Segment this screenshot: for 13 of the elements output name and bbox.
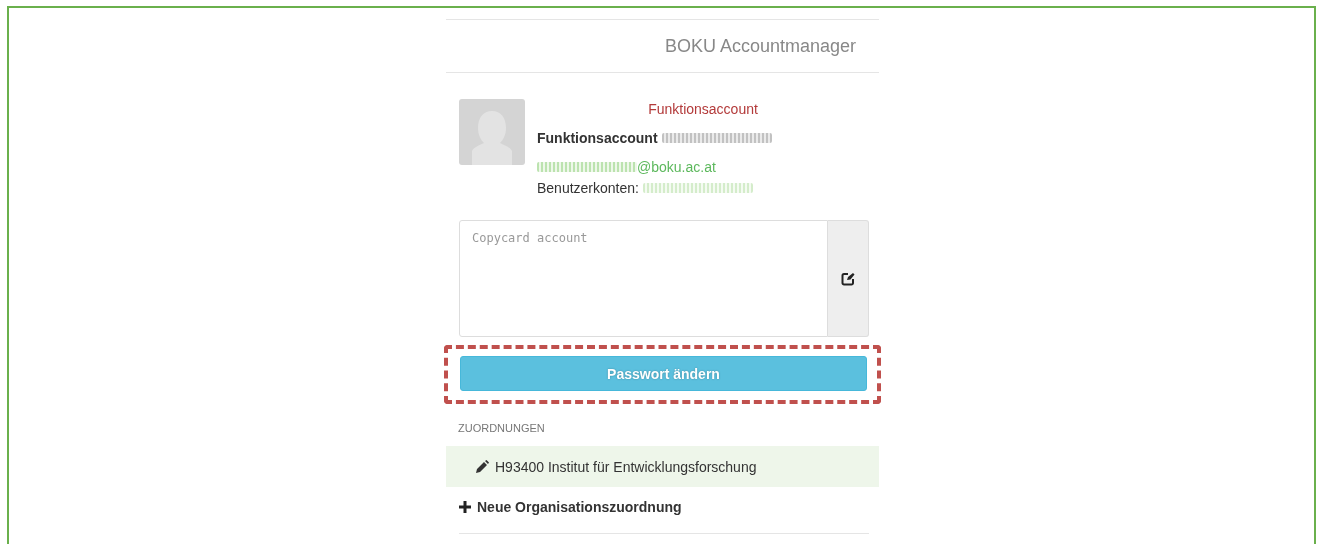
account-type: Funktionsaccount	[647, 100, 759, 119]
section-heading: ZUORDNUNGEN	[458, 422, 546, 434]
accounts-label: Benutzerkonten:	[537, 179, 639, 196]
edit-icon	[841, 271, 855, 286]
avatar-icon	[459, 99, 525, 165]
app-title: BOKU Accountmanager	[664, 35, 856, 57]
edit-button[interactable]	[828, 220, 869, 337]
plus-icon	[459, 501, 471, 513]
pencil-icon	[475, 459, 489, 474]
add-assignment-link[interactable]: Neue Organisationszuordnung	[446, 487, 879, 527]
account-name: Funktionsaccount	[537, 129, 658, 146]
note-field[interactable]: Copycard account	[459, 220, 828, 337]
assignment-row[interactable]: H93400 Institut für Entwicklungsforschung	[446, 446, 879, 487]
